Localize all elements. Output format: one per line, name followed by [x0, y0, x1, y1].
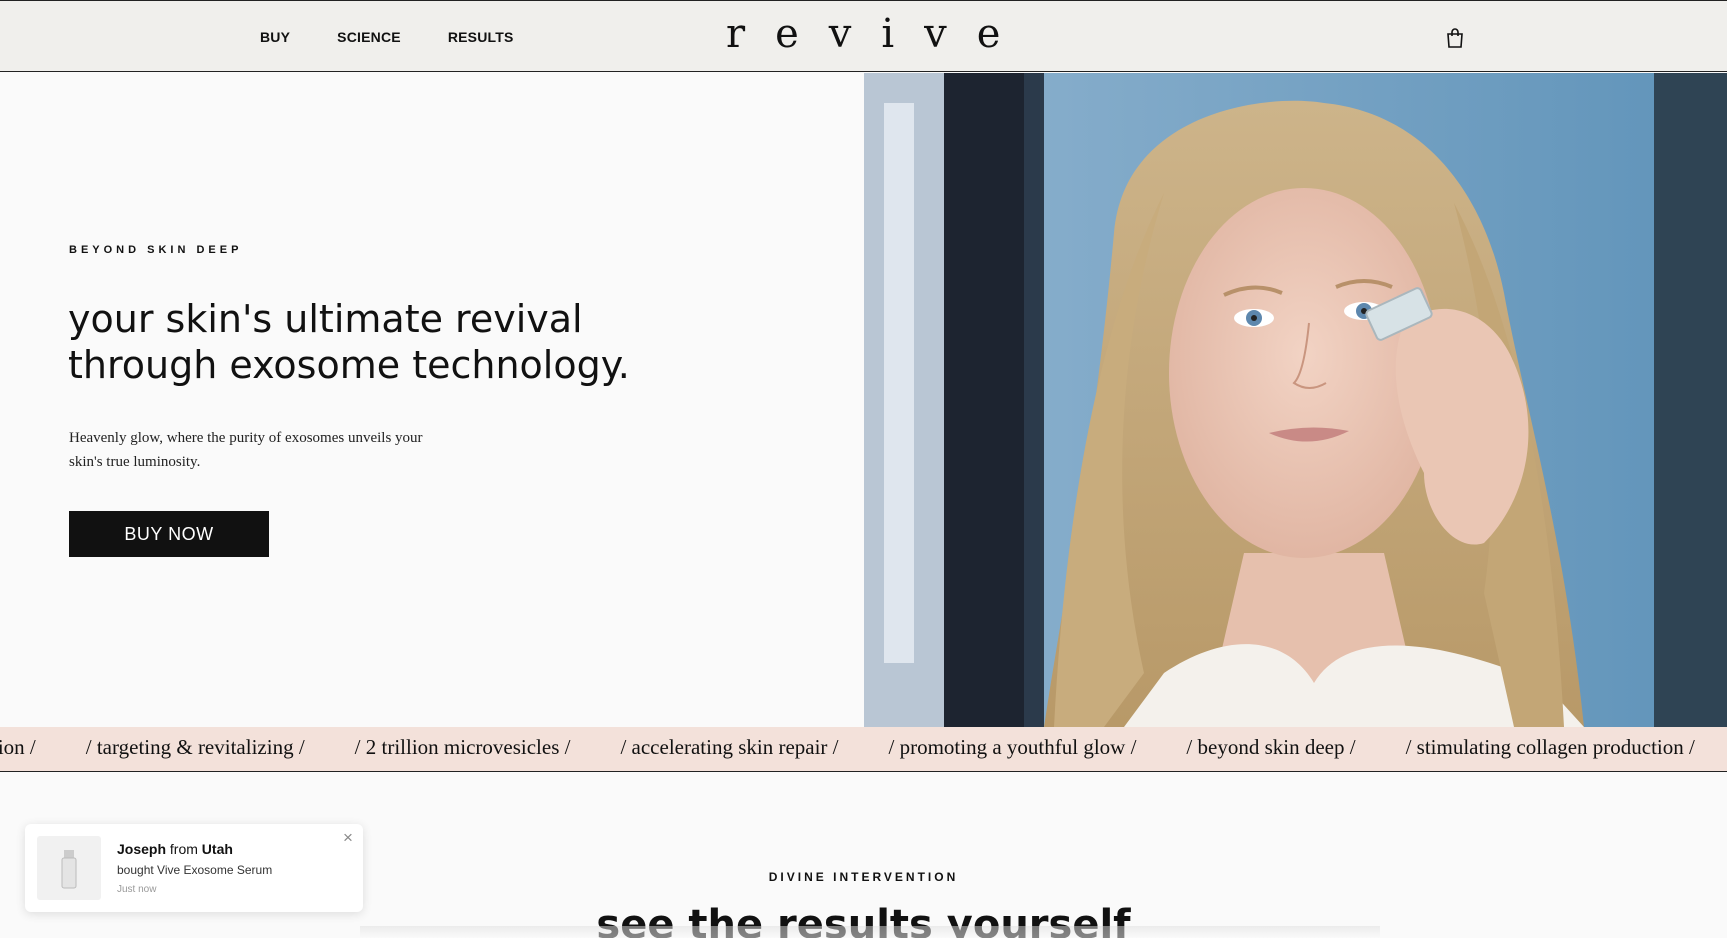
nav-results[interactable]: RESULTS — [448, 29, 514, 45]
purchase-notification[interactable]: Joseph from Utah bought Vive Exosome Ser… — [25, 824, 363, 912]
product-thumbnail — [37, 836, 101, 900]
hero-image — [864, 73, 1727, 727]
main-nav: BUY SCIENCE RESULTS — [260, 29, 561, 45]
marquee-item: / accelerating skin repair / — [620, 735, 839, 759]
buyer-location: Utah — [201, 841, 233, 857]
site-header: BUY SCIENCE RESULTS revive — [0, 0, 1727, 72]
close-icon[interactable]: × — [343, 828, 353, 848]
shopping-bag-icon[interactable] — [1444, 27, 1466, 49]
buyer-info: Joseph from Utah — [117, 841, 233, 857]
hero-subtext-line2: skin's true luminosity. — [69, 454, 201, 470]
purchased-product: bought Vive Exosome Serum — [117, 863, 273, 877]
nav-buy[interactable]: BUY — [260, 29, 290, 45]
hero-text-panel — [0, 73, 864, 727]
buy-now-button[interactable]: BUY NOW — [69, 511, 269, 557]
marquee-item: / beyond skin deep / — [1186, 735, 1356, 759]
marquee-item: / promoting a youthful glow / — [888, 735, 1137, 759]
marquee-track: tion / / targeting & revitalizing / / 2 … — [0, 735, 1727, 760]
hero-subtext: Heavenly glow, where the purity of exoso… — [69, 426, 469, 474]
page: BUY SCIENCE RESULTS revive BEYOND SKIN D… — [0, 0, 1727, 938]
marquee-item: / targeting & revitalizing / — [85, 735, 305, 759]
section-shadow — [360, 926, 1380, 938]
site-logo[interactable]: revive — [726, 11, 1006, 57]
marquee-item: tion / — [0, 735, 36, 759]
benefits-marquee: tion / / targeting & revitalizing / / 2 … — [0, 727, 1727, 772]
hero-eyebrow: BEYOND SKIN DEEP — [69, 244, 243, 256]
nav-science[interactable]: SCIENCE — [337, 29, 401, 45]
purchase-time: Just now — [117, 884, 157, 895]
buyer-from: from — [169, 841, 198, 857]
hero-headline: your skin's ultimate revival through exos… — [68, 296, 768, 388]
buyer-name: Joseph — [117, 841, 167, 857]
marquee-item: / 2 trillion microvesicles / — [354, 735, 571, 759]
hero-subtext-line1: Heavenly glow, where the purity of exoso… — [69, 430, 423, 446]
hero-headline-line1: your skin's ultimate revival — [68, 297, 583, 341]
marquee-item: / stimulating collagen production / — [1405, 735, 1695, 759]
hero-headline-line2: through exosome technology. — [68, 343, 630, 387]
